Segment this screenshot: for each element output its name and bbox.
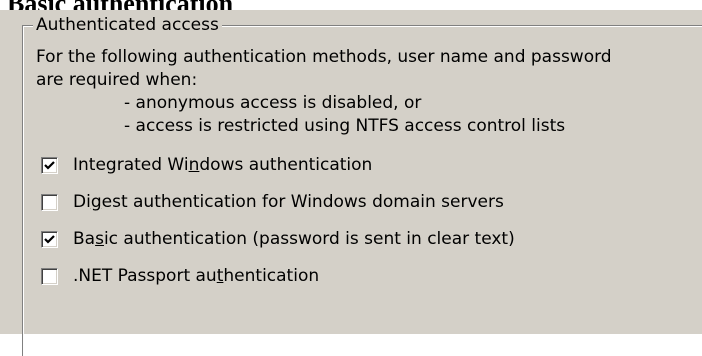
checkmark-icon <box>44 160 55 170</box>
net-passport-auth-checkbox[interactable] <box>41 267 58 285</box>
net-passport-auth-label: .NET Passport authentication <box>73 266 320 286</box>
groupbox-title: Authenticated access <box>33 14 222 36</box>
checkmark-icon <box>44 234 55 244</box>
digest-auth-option[interactable]: Digest authentication for Windows domain… <box>41 190 504 214</box>
integrated-windows-auth-option[interactable]: Integrated Windows authentication <box>41 153 372 177</box>
basic-auth-checkbox[interactable] <box>41 230 58 248</box>
basic-auth-option[interactable]: Basic authentication (password is sent i… <box>41 227 515 251</box>
condition-ntfs-restricted: - access is restricted using NTFS access… <box>124 116 566 136</box>
description-line-2: are required when: <box>36 70 198 90</box>
description-line-1: For the following authentication methods… <box>36 47 612 67</box>
digest-auth-checkbox[interactable] <box>41 193 58 211</box>
digest-auth-label: Digest authentication for Windows domain… <box>73 192 504 212</box>
dialog-panel: Authenticated access For the following a… <box>0 10 702 356</box>
basic-auth-label: Basic authentication (password is sent i… <box>73 229 515 249</box>
condition-anonymous-disabled: - anonymous access is disabled, or <box>124 93 422 113</box>
authenticated-access-groupbox: Authenticated access For the following a… <box>22 14 702 356</box>
net-passport-auth-option[interactable]: .NET Passport authentication <box>41 264 319 288</box>
integrated-windows-auth-checkbox[interactable] <box>41 156 58 174</box>
integrated-windows-auth-label: Integrated Windows authentication <box>73 155 373 175</box>
